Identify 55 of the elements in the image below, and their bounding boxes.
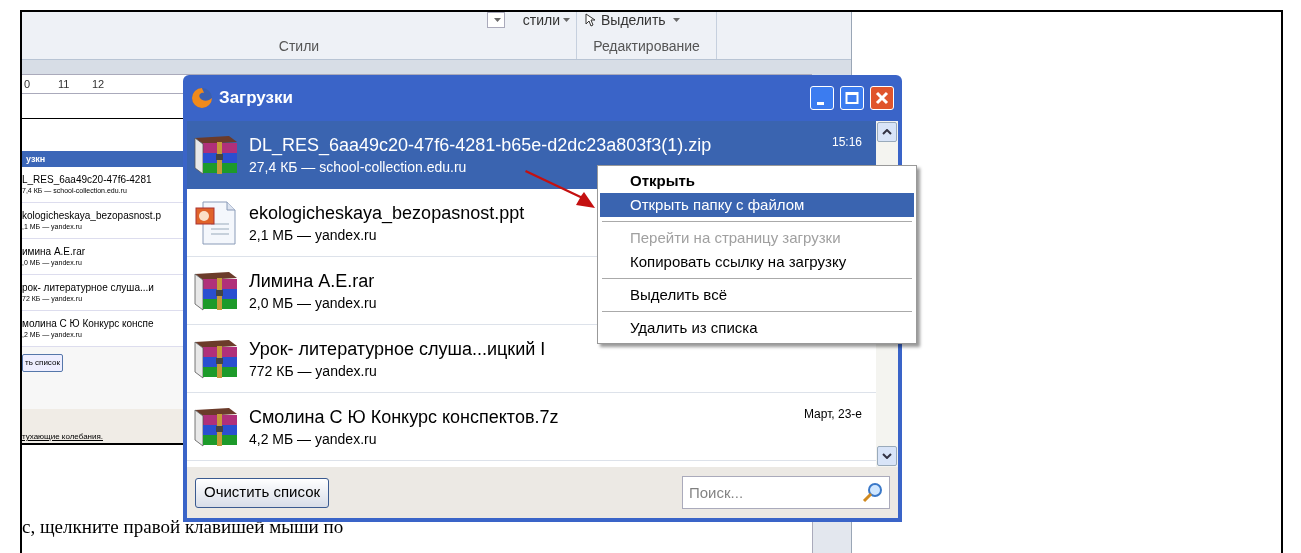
caret-icon bbox=[493, 18, 501, 22]
chevron-down-icon bbox=[882, 453, 892, 459]
cursor-icon bbox=[585, 13, 597, 27]
window-title: Загрузки bbox=[219, 87, 294, 110]
styles-button[interactable]: стили bbox=[522, 12, 570, 28]
file-name: Лимина А.E.rar bbox=[249, 269, 375, 293]
embedded-title-bar: узкн bbox=[22, 151, 183, 167]
group-label: Стили bbox=[278, 37, 320, 56]
search-icon bbox=[862, 481, 884, 503]
file-name: ekologicheskaya_bezopasnost.ppt bbox=[249, 201, 525, 225]
embedded-clear-button[interactable]: ть список bbox=[22, 354, 63, 372]
file-name: Смолина С Ю Конкурс конспектов.7z bbox=[249, 405, 559, 429]
scroll-up-button[interactable] bbox=[877, 122, 897, 142]
download-time: 15:16 bbox=[831, 134, 862, 151]
archive-icon bbox=[193, 133, 239, 176]
archive-icon bbox=[193, 405, 239, 448]
document-text: с, щелкните правой клавишей мыши по bbox=[22, 515, 345, 539]
presentation-file-icon bbox=[193, 199, 239, 246]
file-info: 772 КБ — yandex.ru bbox=[249, 361, 377, 381]
browser-logo-icon bbox=[191, 87, 213, 109]
maximize-icon bbox=[845, 91, 859, 105]
search-field[interactable]: Поиск... bbox=[682, 476, 890, 509]
ruler-number: 0 bbox=[24, 76, 32, 92]
file-info: 2,1 МБ — yandex.ru bbox=[249, 225, 377, 245]
caret-icon bbox=[563, 18, 570, 22]
embedded-file-name: рок- литературное слуша...и bbox=[22, 281, 155, 294]
file-info: 27,4 КБ — school-collection.edu.ru bbox=[249, 157, 467, 177]
file-name: Урок- литературное слуша...ицкий I bbox=[249, 337, 546, 361]
group-label: Редактирование bbox=[593, 37, 700, 56]
ruler-number: 11 bbox=[58, 76, 71, 92]
caret-icon bbox=[672, 18, 680, 22]
scroll-down-button[interactable] bbox=[877, 446, 897, 466]
ruler-number: 12 bbox=[92, 76, 106, 92]
clear-list-button[interactable]: Очистить список bbox=[195, 477, 330, 508]
gallery-dropdown[interactable] bbox=[486, 12, 505, 28]
close-button[interactable] bbox=[870, 86, 894, 110]
embedded-file-name: L_RES_6aa49c20-47f6-4281 bbox=[22, 173, 153, 186]
chevron-up-icon bbox=[882, 129, 892, 135]
close-icon bbox=[875, 91, 889, 105]
minimize-button[interactable] bbox=[810, 86, 834, 110]
embedded-file-name: имина А.E.rar bbox=[22, 245, 87, 258]
embedded-link[interactable]: тухающие колебания. bbox=[22, 431, 103, 443]
arrow bbox=[524, 168, 596, 210]
minimize-icon bbox=[817, 101, 824, 105]
download-time: Март, 23-е bbox=[803, 406, 862, 423]
archive-icon bbox=[193, 269, 239, 312]
file-info: 2,0 МБ — yandex.ru bbox=[249, 293, 377, 313]
archive-icon bbox=[193, 337, 239, 380]
menu-item[interactable]: Открыть папку с файлом bbox=[600, 193, 914, 217]
embedded-file-name: kologicheskaya_bezopasnost.p bbox=[22, 209, 162, 222]
file-info: 4,2 МБ — yandex.ru bbox=[249, 429, 377, 449]
select-button[interactable]: Выделить bbox=[585, 12, 680, 28]
file-name: DL_RES_6aa49c20-47f6-4281-b65e-d2dc23a803f3(1).zip bbox=[249, 133, 712, 157]
embedded-file-name: молина С Ю Конкурс конспе bbox=[22, 317, 155, 330]
maximize-button[interactable] bbox=[840, 86, 864, 110]
